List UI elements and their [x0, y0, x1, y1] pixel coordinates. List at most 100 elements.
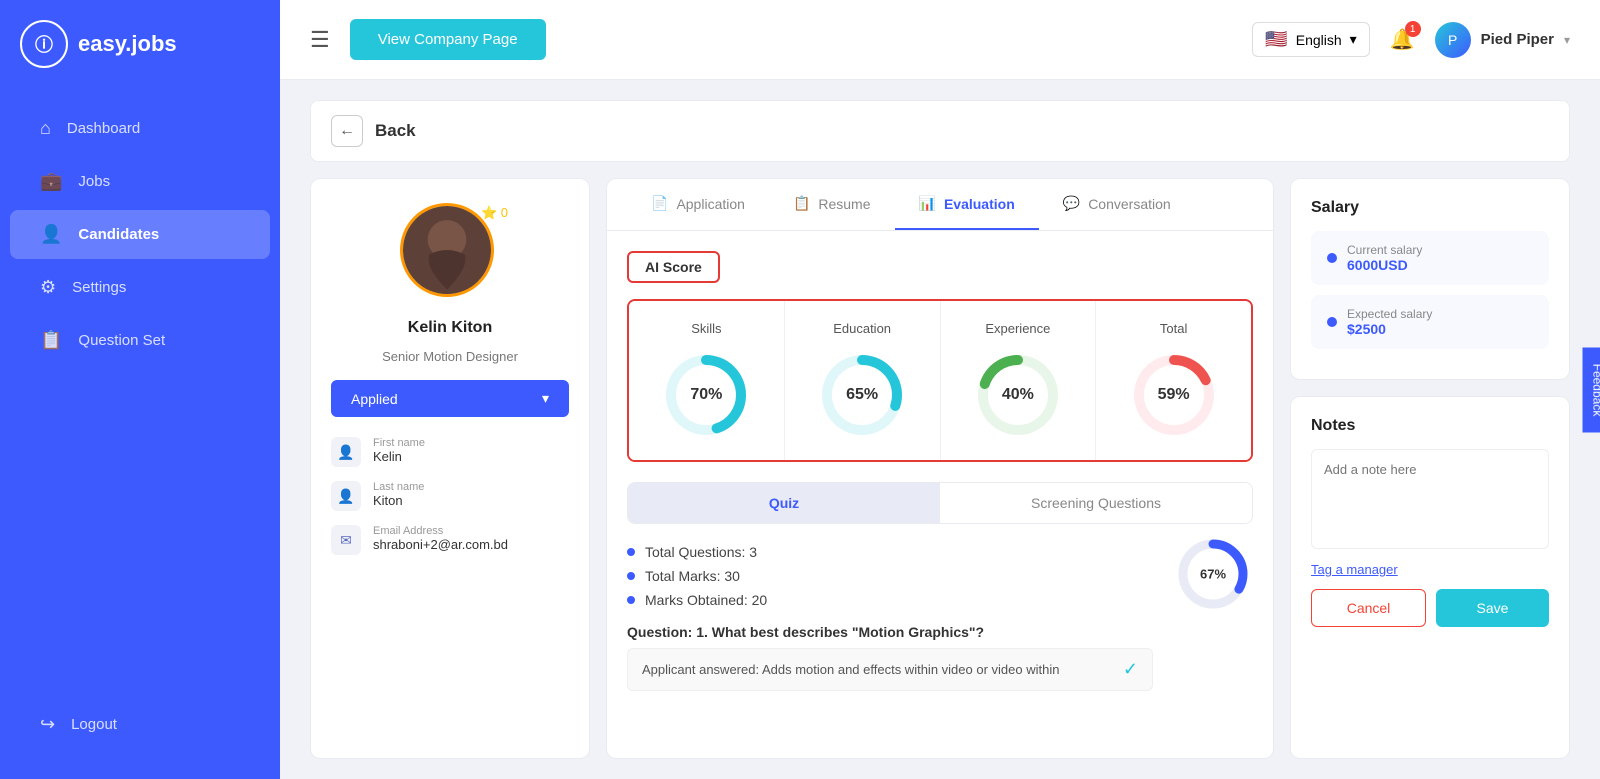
- menu-icon[interactable]: ☰: [310, 27, 330, 53]
- current-salary-amount: 6000USD: [1347, 257, 1422, 273]
- center-panel: 📄 Application 📋 Resume 📊 Evaluation 💬 Co…: [606, 178, 1274, 759]
- notes-textarea[interactable]: [1311, 449, 1549, 549]
- sidebar-item-label: Candidates: [78, 226, 159, 243]
- dashboard-icon: ⌂: [40, 118, 51, 139]
- logo-icon: ⓘ: [20, 20, 68, 68]
- quiz-donut-value: 67%: [1200, 567, 1226, 582]
- score-card-total: Total 59%: [1096, 301, 1251, 460]
- expected-salary-info: Expected salary $2500: [1347, 307, 1432, 337]
- tab-resume[interactable]: 📋 Resume: [769, 179, 895, 230]
- sub-tabs-row: Quiz Screening Questions: [627, 482, 1253, 524]
- sidebar-item-settings[interactable]: ⚙ Settings: [10, 263, 270, 312]
- content: ← Back ⭐ 0: [280, 80, 1600, 779]
- quiz-stat-questions: Total Questions: 3: [627, 544, 1153, 560]
- quiz-stat-marks: Total Marks: 30: [627, 568, 1153, 584]
- star-badge: ⭐ 0: [481, 205, 508, 221]
- cancel-button[interactable]: Cancel: [1311, 589, 1426, 627]
- notes-card: Notes Tag a manager Cancel Save: [1290, 396, 1570, 759]
- sub-tab-screening[interactable]: Screening Questions: [940, 483, 1252, 523]
- logout-button[interactable]: ↪ Logout: [10, 700, 270, 749]
- sidebar-item-dashboard[interactable]: ⌂ Dashboard: [10, 104, 270, 153]
- tab-evaluation[interactable]: 📊 Evaluation: [895, 179, 1039, 230]
- sidebar-item-label: Settings: [72, 279, 126, 296]
- tabs-row: 📄 Application 📋 Resume 📊 Evaluation 💬 Co…: [607, 179, 1273, 231]
- star-count: 0: [501, 205, 508, 220]
- view-company-button[interactable]: View Company Page: [350, 19, 546, 60]
- question-set-icon: 📋: [40, 330, 62, 351]
- feedback-tab[interactable]: Feedback: [1583, 347, 1600, 432]
- status-dropdown[interactable]: Applied ▾: [331, 380, 569, 417]
- quiz-stat-obtained: Marks Obtained: 20: [627, 592, 1153, 608]
- status-chevron-icon: ▾: [542, 390, 549, 407]
- experience-donut: 40%: [973, 350, 1063, 440]
- notifications-bell[interactable]: 🔔 1: [1390, 27, 1415, 52]
- sidebar-logout: ↪ Logout: [0, 700, 280, 749]
- field-content-2: Last name Kiton: [373, 481, 424, 508]
- education-label: Education: [833, 321, 891, 336]
- sidebar-item-jobs[interactable]: 💼 Jobs: [10, 157, 270, 206]
- check-icon: ✓: [1123, 659, 1138, 680]
- candidate-role: Senior Motion Designer: [382, 349, 518, 364]
- sidebar-item-question-set[interactable]: 📋 Question Set: [10, 316, 270, 365]
- company-selector[interactable]: P Pied Piper ▾: [1435, 22, 1570, 58]
- score-card-experience: Experience 40%: [941, 301, 1097, 460]
- sidebar-nav: ⌂ Dashboard 💼 Jobs 👤 Candidates ⚙ Settin…: [0, 104, 280, 700]
- logout-label: Logout: [71, 716, 117, 733]
- lang-chevron-icon: ▾: [1350, 31, 1357, 48]
- experience-value: 40%: [1002, 386, 1034, 404]
- field-content: First name Kelin: [373, 437, 425, 464]
- company-name: Pied Piper: [1481, 31, 1554, 48]
- tab-application[interactable]: 📄 Application: [627, 179, 769, 230]
- email-value: shraboni+2@ar.com.bd: [373, 537, 508, 552]
- quiz-donut-col: 67%: [1173, 534, 1253, 614]
- total-questions: Total Questions: 3: [645, 544, 757, 560]
- sidebar-item-label: Question Set: [78, 332, 165, 349]
- last-name-label: Last name: [373, 481, 424, 493]
- current-salary-label: Current salary: [1347, 243, 1422, 257]
- quiz-question: Question: 1. What best describes "Motion…: [627, 624, 1153, 640]
- language-selector[interactable]: 🇺🇸 English ▾: [1252, 22, 1369, 57]
- experience-label: Experience: [985, 321, 1050, 336]
- application-tab-icon: 📄: [651, 195, 668, 212]
- evaluation-tab-icon: 📊: [919, 195, 936, 212]
- quiz-question-text: Question: 1. What best describes "Motion…: [627, 624, 984, 640]
- back-button[interactable]: ←: [331, 115, 363, 147]
- quiz-stats-col: Total Questions: 3 Total Marks: 30 Marks…: [627, 544, 1153, 691]
- header-right: 🇺🇸 English ▾ 🔔 1 P Pied Piper ▾: [1252, 22, 1570, 58]
- field-last-name: 👤 Last name Kiton: [331, 481, 569, 511]
- email-label: Email Address: [373, 525, 508, 537]
- bullet-icon-3: [627, 596, 635, 604]
- score-cards-row: Skills 70% Education: [627, 299, 1253, 462]
- tab-application-label: Application: [676, 196, 745, 212]
- sidebar-item-candidates[interactable]: 👤 Candidates: [10, 210, 270, 259]
- expected-salary-label: Expected salary: [1347, 307, 1432, 321]
- first-name-value: Kelin: [373, 449, 425, 464]
- tag-manager-link[interactable]: Tag a manager: [1311, 562, 1549, 577]
- main-area: ☰ View Company Page 🇺🇸 English ▾ 🔔 1 P P…: [280, 0, 1600, 779]
- tab-resume-label: Resume: [818, 196, 870, 212]
- skills-donut: 70%: [661, 350, 751, 440]
- answer-text: Applicant answered: Adds motion and effe…: [642, 662, 1059, 677]
- save-button[interactable]: Save: [1436, 589, 1549, 627]
- sub-tab-quiz[interactable]: Quiz: [628, 483, 940, 523]
- candidate-avatar-wrapper: ⭐ 0: [400, 203, 500, 303]
- main-row: ⭐ 0 Kelin Kiton Senior Motion Designer A…: [310, 178, 1570, 759]
- bullet-icon: [627, 548, 635, 556]
- field-content-3: Email Address shraboni+2@ar.com.bd: [373, 525, 508, 552]
- tab-conversation[interactable]: 💬 Conversation: [1039, 179, 1195, 230]
- person-icon-2: 👤: [331, 481, 361, 511]
- skills-value: 70%: [690, 386, 722, 404]
- marks-obtained: Marks Obtained: 20: [645, 592, 767, 608]
- ai-score-label: AI Score: [627, 251, 720, 283]
- expected-salary-dot: [1327, 317, 1337, 327]
- company-avatar: P: [1435, 22, 1471, 58]
- sidebar-item-label: Dashboard: [67, 120, 140, 137]
- settings-icon: ⚙: [40, 277, 56, 298]
- current-salary-dot: [1327, 253, 1337, 263]
- conversation-tab-icon: 💬: [1063, 195, 1080, 212]
- field-first-name: 👤 First name Kelin: [331, 437, 569, 467]
- candidate-avatar: [400, 203, 494, 297]
- current-salary-item: Current salary 6000USD: [1311, 231, 1549, 285]
- quiz-content: Total Questions: 3 Total Marks: 30 Marks…: [627, 544, 1253, 691]
- flag-icon: 🇺🇸: [1265, 29, 1287, 50]
